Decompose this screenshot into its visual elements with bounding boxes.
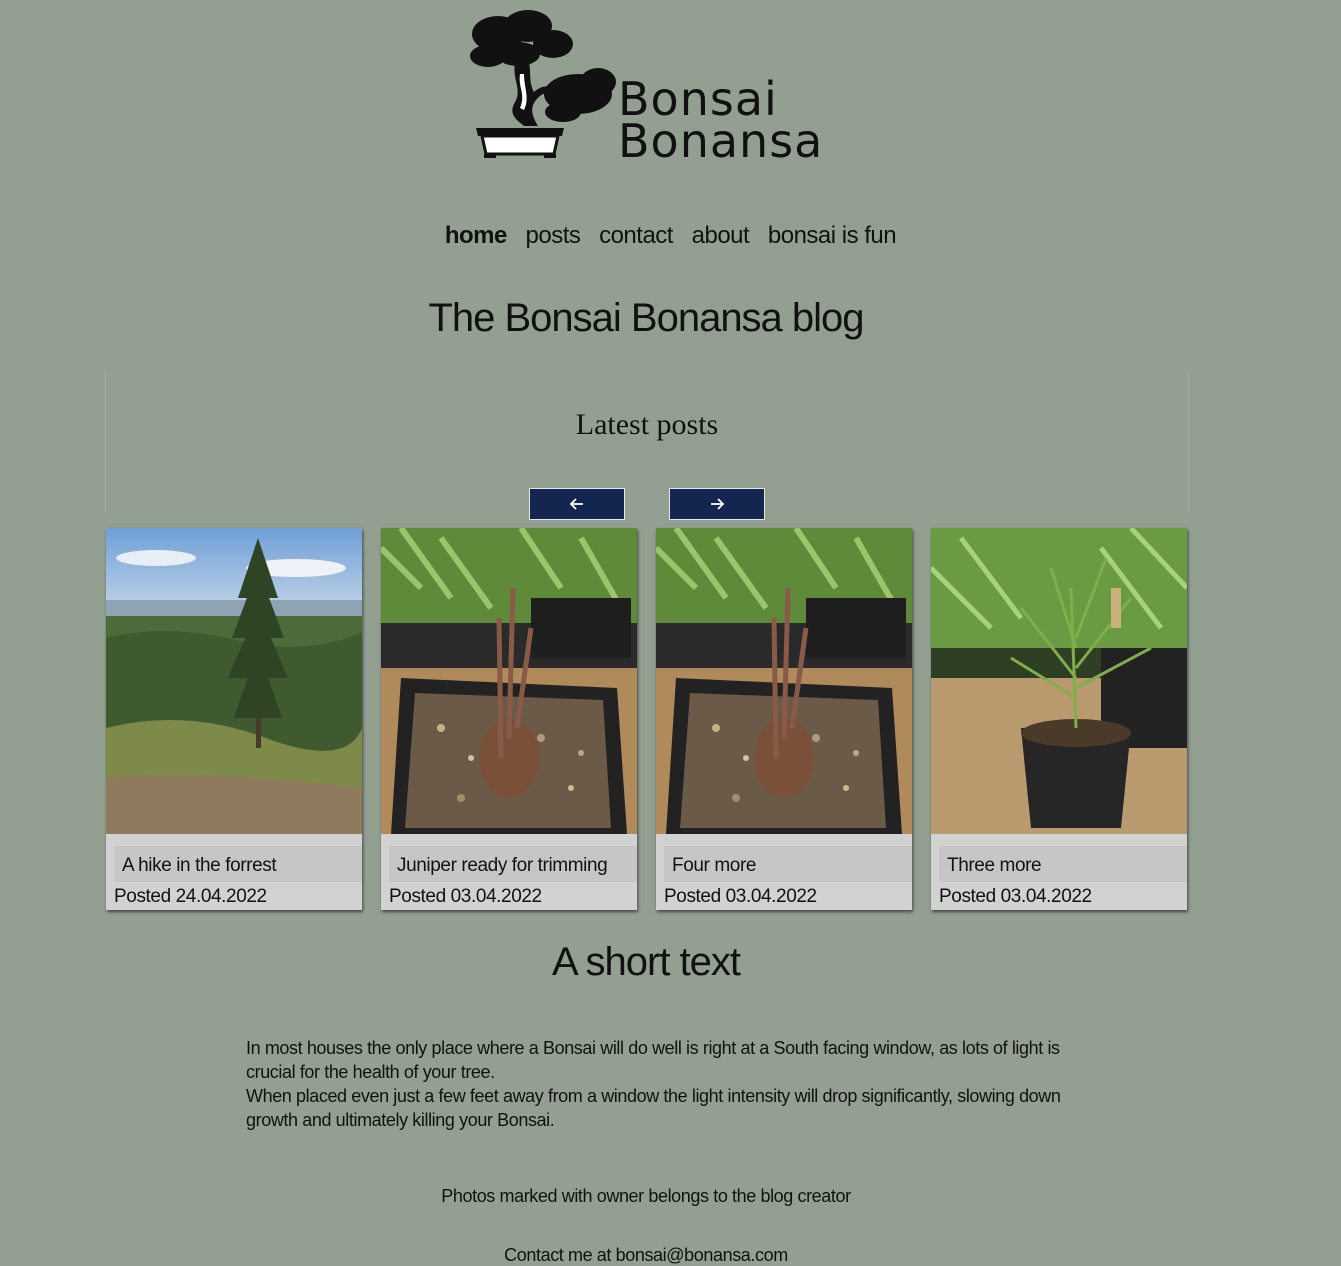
post-date: Posted 24.04.2022 bbox=[114, 886, 267, 907]
post-card[interactable]: Three more Posted 03.04.2022 bbox=[931, 528, 1187, 910]
post-title[interactable]: Three more bbox=[939, 846, 1187, 882]
post-date: Posted 03.04.2022 bbox=[389, 886, 542, 907]
short-text-body: In most houses the only place where a Bo… bbox=[246, 1036, 1066, 1132]
post-photo-bonsai[interactable] bbox=[656, 528, 912, 834]
post-title[interactable]: Four more bbox=[664, 846, 912, 882]
post-card[interactable]: Four more Posted 03.04.2022 bbox=[656, 528, 912, 910]
contact-line[interactable]: Contact me at bonsai@bonansa.com bbox=[0, 1245, 1292, 1266]
arrow-right-icon bbox=[711, 498, 724, 510]
page-title: The Bonsai Bonansa blog bbox=[428, 296, 864, 340]
nav-item-bonsai-is-fun[interactable]: bonsai is fun bbox=[768, 222, 897, 249]
nav-item-contact[interactable]: contact bbox=[599, 222, 673, 249]
nav-item-posts[interactable]: posts bbox=[526, 222, 581, 249]
short-text-paragraph: In most houses the only place where a Bo… bbox=[246, 1038, 1060, 1082]
post-photo-pine[interactable] bbox=[931, 528, 1187, 834]
post-date: Posted 03.04.2022 bbox=[939, 886, 1092, 907]
latest-posts-heading: Latest posts bbox=[575, 408, 719, 441]
short-text-paragraph: When placed even just a few feet away fr… bbox=[246, 1086, 1061, 1130]
post-date: Posted 03.04.2022 bbox=[664, 886, 817, 907]
carousel-next-button[interactable] bbox=[669, 488, 765, 520]
main-nav: home posts contact about bonsai is fun bbox=[0, 222, 1341, 250]
site-logo[interactable]: Bonsai Bonansa bbox=[458, 4, 838, 164]
bonsai-tree-icon bbox=[470, 10, 616, 158]
post-title[interactable]: A hike in the forrest bbox=[114, 846, 362, 882]
photo-credits: Photos marked with owner belongs to the … bbox=[441, 1186, 851, 1206]
post-photo-bonsai[interactable] bbox=[381, 528, 637, 834]
post-title[interactable]: Juniper ready for trimming bbox=[389, 846, 637, 882]
post-card[interactable]: A hike in the forrest Posted 24.04.2022 bbox=[106, 528, 362, 910]
short-text-title: A short text bbox=[551, 940, 741, 984]
post-card[interactable]: Juniper ready for trimming Posted 03.04.… bbox=[381, 528, 637, 910]
arrow-left-icon bbox=[570, 498, 583, 510]
brand-name-line2: Bonansa bbox=[618, 114, 824, 168]
carousel-prev-button[interactable] bbox=[529, 488, 625, 520]
latest-posts-section: Latest posts bbox=[105, 372, 1189, 512]
nav-item-about[interactable]: about bbox=[692, 222, 750, 249]
post-photo-forest[interactable] bbox=[106, 528, 362, 834]
nav-item-home[interactable]: home bbox=[445, 222, 508, 249]
